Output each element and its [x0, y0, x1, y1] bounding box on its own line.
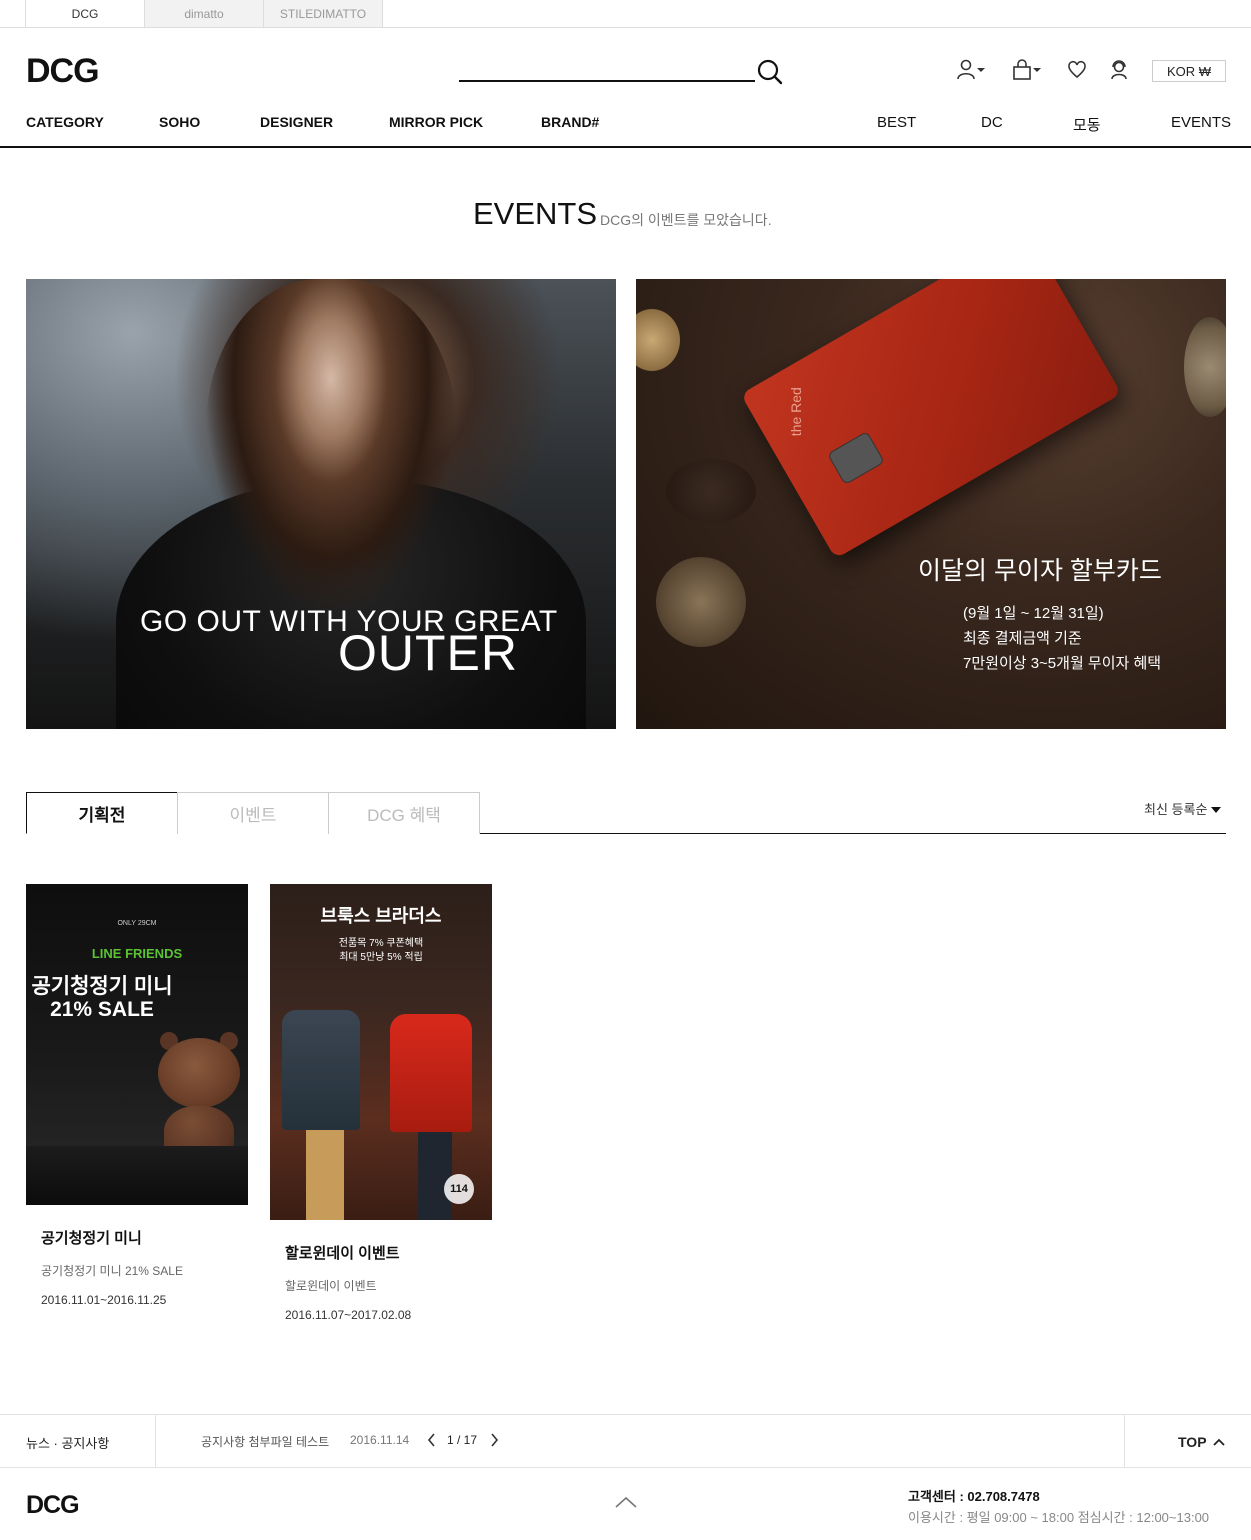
coin-image [636, 309, 680, 371]
chevron-right-icon [491, 1433, 499, 1447]
caret-down-icon [977, 68, 985, 72]
coin-image [656, 557, 746, 647]
jacket-image [282, 1010, 360, 1130]
customer-center-hours: 이용시간 : 평일 09:00 ~ 18:00 점심시간 : 12:00~13:… [908, 1510, 1210, 1525]
site-tab-stiledimatto[interactable]: STILEDIMATTO [263, 0, 383, 28]
search-button[interactable] [756, 58, 784, 86]
page-title: EVENTS [473, 196, 598, 231]
caret-down-icon [1033, 68, 1041, 72]
divider [155, 1415, 156, 1468]
headset-user-icon [1111, 60, 1127, 80]
image-subtitle: 최대 5만냥 5% 적립 [339, 952, 423, 963]
coin-image [666, 459, 756, 523]
site-tabs: DCG dimatto STILEDIMATTO [25, 0, 383, 28]
banner-detail-line: 7만원이상 3~5개월 무이자 혜택 [963, 655, 1162, 672]
image-brand: LINE FRIENDS [91, 946, 183, 961]
top-label: TOP [1178, 1434, 1207, 1450]
image-title: 브룩스 브라더스 [320, 906, 442, 926]
event-card[interactable]: ONLY 29CM LINE FRIENDS 공기청정기 미니 21% SALE… [26, 884, 248, 1314]
card-brand-text: the Red [787, 387, 804, 437]
tab-exhibition[interactable]: 기획전 [26, 792, 178, 834]
pants-image [306, 1130, 344, 1220]
event-card-description: 공기청정기 미니 21% SALE [41, 1264, 183, 1278]
event-card-title: 공기청정기 미니 [41, 1230, 142, 1247]
nav-best[interactable]: BEST [877, 114, 916, 131]
banner-model [206, 279, 456, 609]
chevron-up-icon [615, 1496, 637, 1508]
caret-down-icon [1211, 807, 1222, 813]
event-card-image: 브룩스 브라더스 전품목 7% 쿠폰혜택 최대 5만냥 5% 적립 114 [270, 884, 492, 1220]
banner-outer-event[interactable]: GO OUT WITH YOUR GREAT OUTER [26, 279, 616, 729]
banner-detail-line: (9월 1일 ~ 12월 31일) [963, 605, 1104, 622]
banner-headline: 이달의 무이자 할부카드 [918, 557, 1162, 585]
my-account-button[interactable] [956, 57, 986, 83]
wishlist-button[interactable] [1067, 57, 1087, 83]
main-navigation: CATEGORY SOHO DESIGNER MIRROR PICK BRAND… [0, 110, 1251, 148]
sort-dropdown[interactable]: 최신 등록순 [1144, 799, 1222, 818]
pants-image [418, 1132, 452, 1220]
banner-headline-emphasis: OUTER [338, 625, 518, 681]
page-subtitle: DCG의 이벤트를 모았습니다. [600, 212, 772, 228]
event-card-date: 2016.11.07~2017.02.08 [285, 1308, 412, 1322]
nav-category[interactable]: CATEGORY [26, 114, 104, 130]
vest-image [390, 1014, 472, 1132]
site-tab-dcg[interactable]: DCG [25, 0, 145, 28]
notice-pagination: 1 / 17 [447, 1433, 478, 1447]
notice-text[interactable]: 공지사항 첨부파일 테스트 [201, 1433, 329, 1450]
banner-card-installment[interactable]: the Red 이달의 무이자 할부카드 (9월 1일 ~ 12월 31일) 최… [636, 279, 1226, 729]
event-category-tabs: 기획전 이벤트 DCG 혜택 [26, 792, 1226, 834]
image-title: 공기청정기 미니 [31, 975, 173, 998]
user-icon [957, 59, 975, 80]
nav-brand[interactable]: BRAND# [541, 114, 599, 130]
notice-bar: 뉴스 · 공지사항 공지사항 첨부파일 테스트 2016.11.14 1 / 1… [0, 1414, 1251, 1468]
coin-image [1184, 317, 1226, 417]
image-subtitle: 전품목 7% 쿠폰혜택 [338, 938, 424, 949]
shopping-bag-icon [1013, 59, 1031, 80]
banner-detail-line: 최종 결제금액 기준 [963, 630, 1082, 647]
event-card-description: 할로윈데이 이벤트 [285, 1279, 377, 1293]
tabs-divider [0, 27, 1251, 28]
nav-modong[interactable]: 모동 [1073, 114, 1101, 135]
sort-label: 최신 등록순 [1144, 802, 1208, 817]
event-card[interactable]: 브룩스 브라더스 전품목 7% 쿠폰혜택 최대 5만냥 5% 적립 114 할로… [270, 884, 492, 1329]
footer-expand-button[interactable] [614, 1494, 638, 1510]
site-tab-dimatto[interactable]: dimatto [144, 0, 264, 28]
dashboard-image [26, 1146, 248, 1205]
language-currency-selector[interactable]: KOR ₩ [1152, 60, 1226, 82]
notice-label[interactable]: 뉴스 · 공지사항 [26, 1433, 109, 1452]
footer-logo[interactable]: DCG [26, 1491, 80, 1520]
nav-events[interactable]: EVENTS [1171, 114, 1231, 131]
scroll-top-button[interactable]: TOP [1178, 1434, 1225, 1450]
chevron-left-icon [427, 1433, 435, 1447]
credit-card-image: the Red [740, 279, 1122, 559]
card-chip [827, 431, 885, 486]
search-icon [757, 59, 783, 85]
nav-soho[interactable]: SOHO [159, 114, 200, 130]
tab-dcg-benefit[interactable]: DCG 혜택 [328, 792, 480, 834]
image-badge: 114 [444, 1174, 474, 1204]
chevron-up-icon [1212, 1438, 1225, 1446]
nav-dc[interactable]: DC [981, 114, 1003, 131]
customer-service-button[interactable] [1109, 57, 1129, 83]
notice-date: 2016.11.14 [350, 1433, 410, 1447]
heart-icon [1068, 60, 1086, 79]
notice-prev-button[interactable] [425, 1431, 439, 1449]
image-sale: 21% SALE [50, 998, 154, 1021]
site-logo[interactable]: DCG [26, 54, 100, 88]
image-caption: ONLY 29CM [117, 920, 157, 927]
nav-designer[interactable]: DESIGNER [260, 114, 333, 130]
nav-mirror-pick[interactable]: MIRROR PICK [389, 114, 483, 130]
event-card-image: ONLY 29CM LINE FRIENDS 공기청정기 미니 21% SALE [26, 884, 248, 1205]
event-card-title: 할로윈데이 이벤트 [285, 1245, 400, 1262]
tab-event[interactable]: 이벤트 [177, 792, 329, 834]
event-card-date: 2016.11.01~2016.11.25 [41, 1293, 167, 1307]
cart-button[interactable] [1012, 57, 1042, 83]
customer-center-phone: 고객센터 : 02.708.7478 [908, 1489, 1040, 1504]
notice-next-button[interactable] [487, 1431, 501, 1449]
search-input[interactable] [459, 58, 755, 82]
divider [1124, 1415, 1125, 1468]
